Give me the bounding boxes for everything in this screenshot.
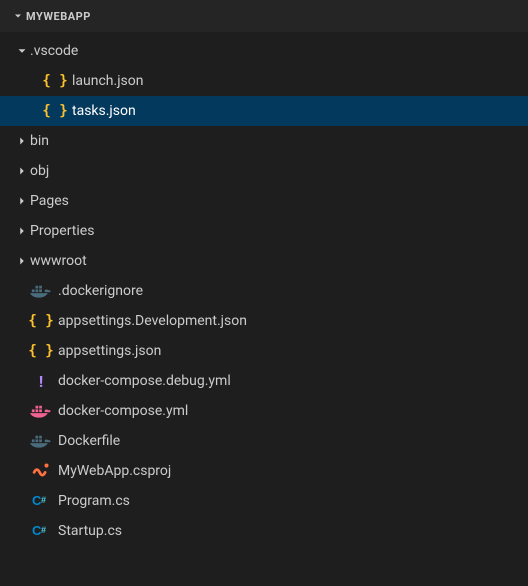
file-label: tasks.json bbox=[72, 103, 136, 119]
file-label: appsettings.Development.json bbox=[58, 313, 247, 329]
svg-text:#: # bbox=[41, 525, 46, 535]
file-label: Dockerfile bbox=[58, 433, 120, 449]
file-compose-debug[interactable]: ! docker-compose.debug.yml bbox=[0, 366, 528, 396]
docker-icon bbox=[30, 400, 52, 422]
json-icon: { } bbox=[30, 340, 52, 362]
file-label: Startup.cs bbox=[58, 523, 122, 539]
yaml-icon: ! bbox=[30, 370, 52, 392]
csharp-icon: C# bbox=[30, 490, 52, 512]
file-label: MyWebApp.csproj bbox=[58, 463, 171, 479]
file-label: Program.cs bbox=[58, 493, 130, 509]
file-tree: .vscode { } launch.json { } tasks.json b… bbox=[0, 32, 528, 546]
chevron-down-icon bbox=[14, 43, 30, 59]
chevron-down-icon bbox=[10, 8, 26, 24]
file-startup-cs[interactable]: C# Startup.cs bbox=[0, 516, 528, 546]
json-icon: { } bbox=[30, 310, 52, 332]
file-label: launch.json bbox=[72, 73, 144, 89]
project-title: MYWEBAPP bbox=[26, 10, 91, 23]
file-label: appsettings.json bbox=[58, 343, 161, 359]
folder-label: Pages bbox=[30, 193, 69, 209]
csharp-icon: C# bbox=[30, 520, 52, 542]
folder-label: wwwroot bbox=[30, 253, 87, 269]
file-csproj[interactable]: MyWebApp.csproj bbox=[0, 456, 528, 486]
file-program-cs[interactable]: C# Program.cs bbox=[0, 486, 528, 516]
chevron-right-icon bbox=[14, 223, 30, 239]
docker-icon bbox=[30, 430, 52, 452]
folder-label: obj bbox=[30, 163, 49, 179]
file-appsettings-dev[interactable]: { } appsettings.Development.json bbox=[0, 306, 528, 336]
file-dockerignore[interactable]: .dockerignore bbox=[0, 276, 528, 306]
svg-text:#: # bbox=[41, 495, 46, 505]
folder-bin[interactable]: bin bbox=[0, 126, 528, 156]
json-icon: { } bbox=[44, 70, 66, 92]
file-dockerfile[interactable]: Dockerfile bbox=[0, 426, 528, 456]
folder-vscode[interactable]: .vscode bbox=[0, 36, 528, 66]
chevron-right-icon bbox=[14, 253, 30, 269]
folder-properties[interactable]: Properties bbox=[0, 216, 528, 246]
explorer-header[interactable]: MYWEBAPP bbox=[0, 0, 528, 32]
folder-label: .vscode bbox=[30, 43, 78, 59]
xml-icon bbox=[30, 460, 52, 482]
docker-icon bbox=[30, 280, 52, 302]
chevron-right-icon bbox=[14, 193, 30, 209]
json-icon: { } bbox=[44, 100, 66, 122]
file-label: .dockerignore bbox=[58, 283, 143, 299]
folder-pages[interactable]: Pages bbox=[0, 186, 528, 216]
file-launch-json[interactable]: { } launch.json bbox=[0, 66, 528, 96]
folder-obj[interactable]: obj bbox=[0, 156, 528, 186]
file-compose[interactable]: docker-compose.yml bbox=[0, 396, 528, 426]
file-label: docker-compose.yml bbox=[58, 403, 188, 419]
chevron-right-icon bbox=[14, 163, 30, 179]
file-tasks-json[interactable]: { } tasks.json bbox=[0, 96, 528, 126]
folder-wwwroot[interactable]: wwwroot bbox=[0, 246, 528, 276]
folder-label: Properties bbox=[30, 223, 94, 239]
chevron-right-icon bbox=[14, 133, 30, 149]
folder-label: bin bbox=[30, 133, 49, 149]
file-appsettings[interactable]: { } appsettings.json bbox=[0, 336, 528, 366]
file-label: docker-compose.debug.yml bbox=[58, 373, 231, 389]
